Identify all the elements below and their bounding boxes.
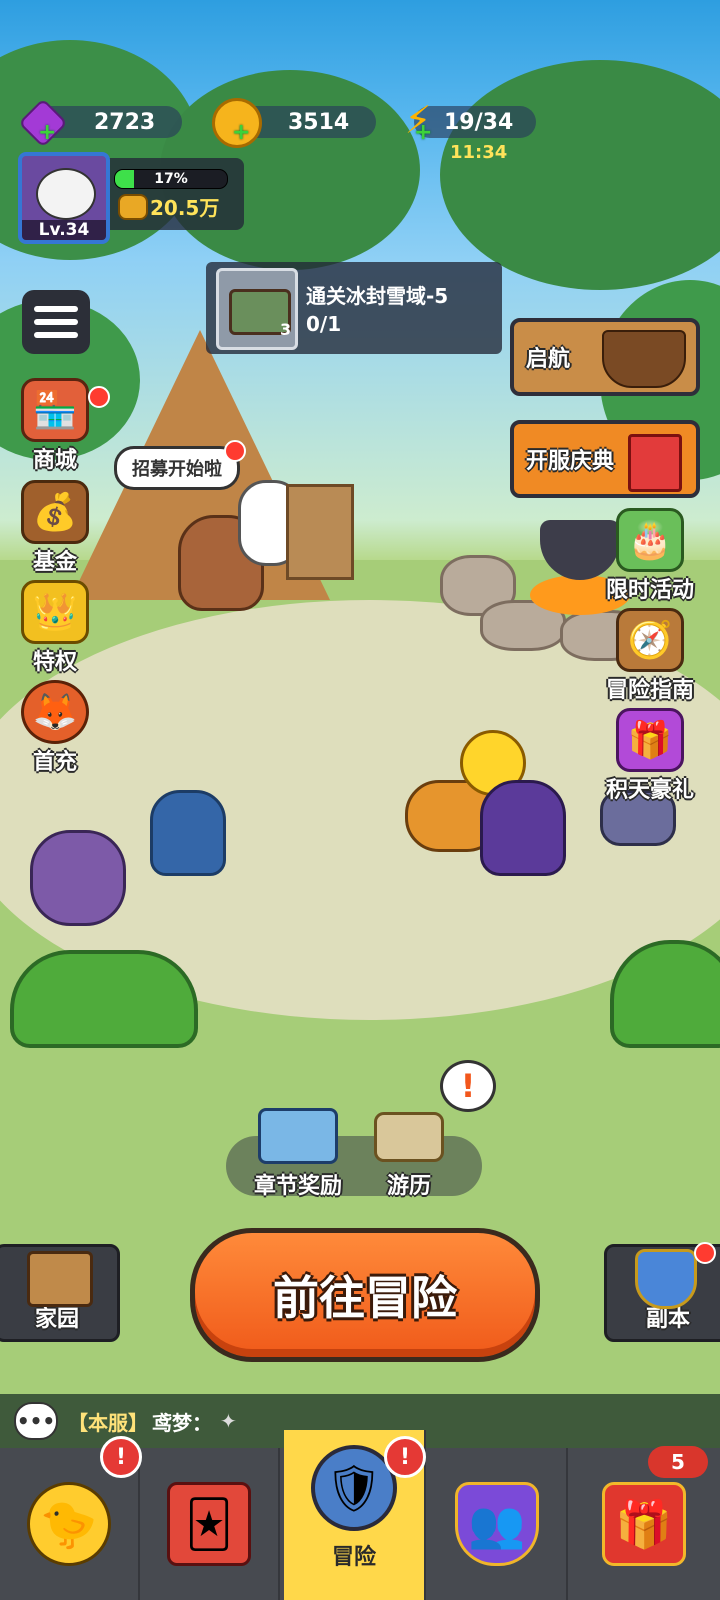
add-coin-icon[interactable]: +: [232, 122, 250, 144]
combat-power: 20.5万: [150, 196, 220, 220]
cat-deer-character[interactable]: [30, 830, 126, 926]
fund-label: 基金: [32, 550, 77, 575]
shield-sword-icon: [635, 1249, 697, 1309]
chapter-rewards-button[interactable]: 章节奖励: [248, 1104, 348, 1200]
recruit-bubble-text: 招募开始啦: [132, 459, 222, 480]
privilege-card-icon: 👑: [21, 580, 89, 644]
shop-stall-icon: 🏪: [21, 378, 89, 442]
limited-event-button[interactable]: 🎂 限时活动: [600, 508, 700, 604]
limited-event-label: 限时活动: [605, 578, 694, 603]
house-icon: [27, 1251, 93, 1307]
exclamation-alert-icon: !: [440, 1060, 496, 1112]
quest-title: 通关冰封雪域-5: [306, 284, 449, 308]
energy-count: 19/34: [444, 109, 514, 135]
gift-box-icon: 🎁: [616, 708, 684, 772]
quest-progress: 0/1: [306, 312, 342, 336]
duck-mage-character[interactable]: [150, 790, 226, 876]
exp-bar: 17%: [114, 169, 228, 189]
gem-count: 2723: [94, 109, 156, 135]
journey-button[interactable]: 游历: [364, 1104, 454, 1200]
add-gem-icon[interactable]: +: [38, 122, 56, 144]
energy-counter[interactable]: ⚡ 19/34: [405, 98, 536, 142]
menu-button[interactable]: [22, 290, 90, 354]
shop-button[interactable]: 🏪 商城: [10, 378, 100, 474]
count-badge-value: 5: [671, 1450, 685, 1474]
cake-event-icon: 🎂: [616, 508, 684, 572]
tab-guild[interactable]: 👥: [428, 1448, 568, 1600]
fund-button[interactable]: 💰 基金: [10, 480, 100, 576]
server-celebration-banner[interactable]: 开服庆典: [510, 420, 700, 498]
list-icon: [34, 306, 78, 338]
adventure-guide-button[interactable]: 🧭 冒险指南: [600, 608, 700, 704]
go-adventure-label: 前往冒险: [273, 1271, 457, 1325]
guide-book-icon: 🧭: [616, 608, 684, 672]
gift-box-icon: [628, 434, 682, 492]
crate-decoration: [286, 484, 354, 580]
server-celebration-label: 开服庆典: [526, 449, 615, 474]
knight-chick-icon: 🐤: [27, 1482, 111, 1566]
coin-count: 3514: [288, 109, 350, 135]
alert-badge: !: [384, 1436, 426, 1478]
treasure-chest-icon: 🎁: [602, 1482, 686, 1566]
game-screen: 2723 + 3514 + ⚡ 19/34 + 11:34 Lv.34 17% …: [0, 0, 720, 1600]
go-adventure-button[interactable]: 前往冒险: [190, 1228, 540, 1362]
guild-shield-icon: 👥: [455, 1482, 539, 1566]
first-recharge-label: 首充: [32, 750, 77, 775]
player-avatar[interactable]: Lv.34: [18, 152, 110, 244]
count-badge: 5: [648, 1446, 708, 1478]
privilege-button[interactable]: 👑 特权: [10, 580, 100, 676]
coin-counter[interactable]: 3514: [212, 98, 376, 148]
chapter-rewards-label: 章节奖励: [253, 1174, 342, 1199]
quest-panel[interactable]: 3 通关冰封雪域-5 0/1: [206, 262, 502, 354]
gem-counter[interactable]: 2723: [18, 98, 182, 148]
alert-badge: !: [100, 1436, 142, 1478]
bush-decoration: [10, 950, 198, 1048]
add-energy-icon[interactable]: +: [414, 122, 432, 144]
rewards-gift-button[interactable]: 🎁 积天豪礼: [600, 708, 700, 804]
chat-user: 鸢梦：: [152, 1410, 212, 1435]
chat-emote-icon: ✦: [220, 1409, 237, 1433]
journey-label: 游历: [386, 1174, 431, 1199]
set-sail-label: 启航: [526, 347, 571, 372]
witch-character[interactable]: [480, 780, 566, 876]
chat-bubble-icon: •••: [14, 1402, 58, 1440]
tree-decoration: [440, 60, 720, 290]
notification-dot: [694, 1242, 716, 1264]
set-sail-banner[interactable]: 启航: [510, 318, 700, 396]
player-level: Lv.34: [22, 220, 106, 240]
home-button[interactable]: 家园: [0, 1244, 120, 1342]
tab-adventure-label: 冒险: [331, 1545, 376, 1570]
money-bag-icon: 💰: [21, 480, 89, 544]
tab-cards[interactable]: 🃏: [140, 1448, 280, 1600]
quest-reward-count: 3: [280, 320, 292, 339]
treasure-chest-icon: [258, 1108, 338, 1164]
cards-icon: 🃏: [167, 1482, 251, 1566]
notification-dot: [224, 440, 246, 462]
rewards-gift-label: 积天豪礼: [605, 778, 694, 803]
exp-percent: 17%: [154, 171, 188, 187]
first-recharge-button[interactable]: 🦊 首充: [10, 680, 100, 776]
chat-channel: 【本服】: [68, 1410, 148, 1435]
scroll-map-icon: [374, 1112, 444, 1162]
fist-power-icon: [118, 194, 148, 220]
shop-label: 商城: [32, 448, 77, 473]
adventure-guide-label: 冒险指南: [605, 678, 694, 703]
fox-hero-icon: 🦊: [21, 680, 89, 744]
privilege-label: 特权: [32, 650, 77, 675]
energy-timer: 11:34: [450, 142, 508, 163]
ship-icon: [602, 330, 686, 388]
cat-face-icon: [36, 168, 96, 220]
notification-dot: [88, 386, 110, 408]
recruit-speech-bubble[interactable]: 招募开始啦: [114, 446, 240, 490]
